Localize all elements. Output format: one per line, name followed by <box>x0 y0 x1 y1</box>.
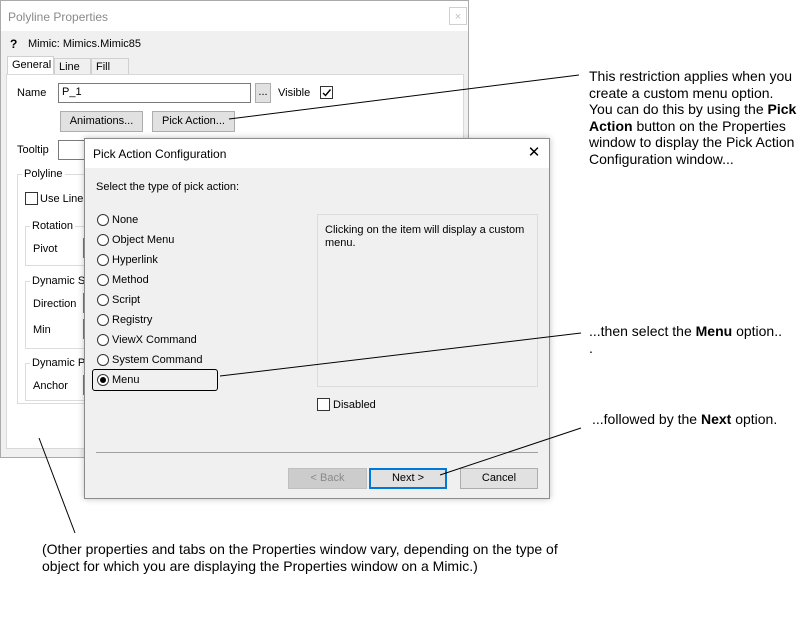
leader-line-pick-action <box>228 74 580 120</box>
callout-leader-lines <box>38 74 582 534</box>
leader-line-next <box>439 427 582 476</box>
leader-line-menu <box>219 332 582 377</box>
leader-line-other-properties <box>38 437 76 534</box>
